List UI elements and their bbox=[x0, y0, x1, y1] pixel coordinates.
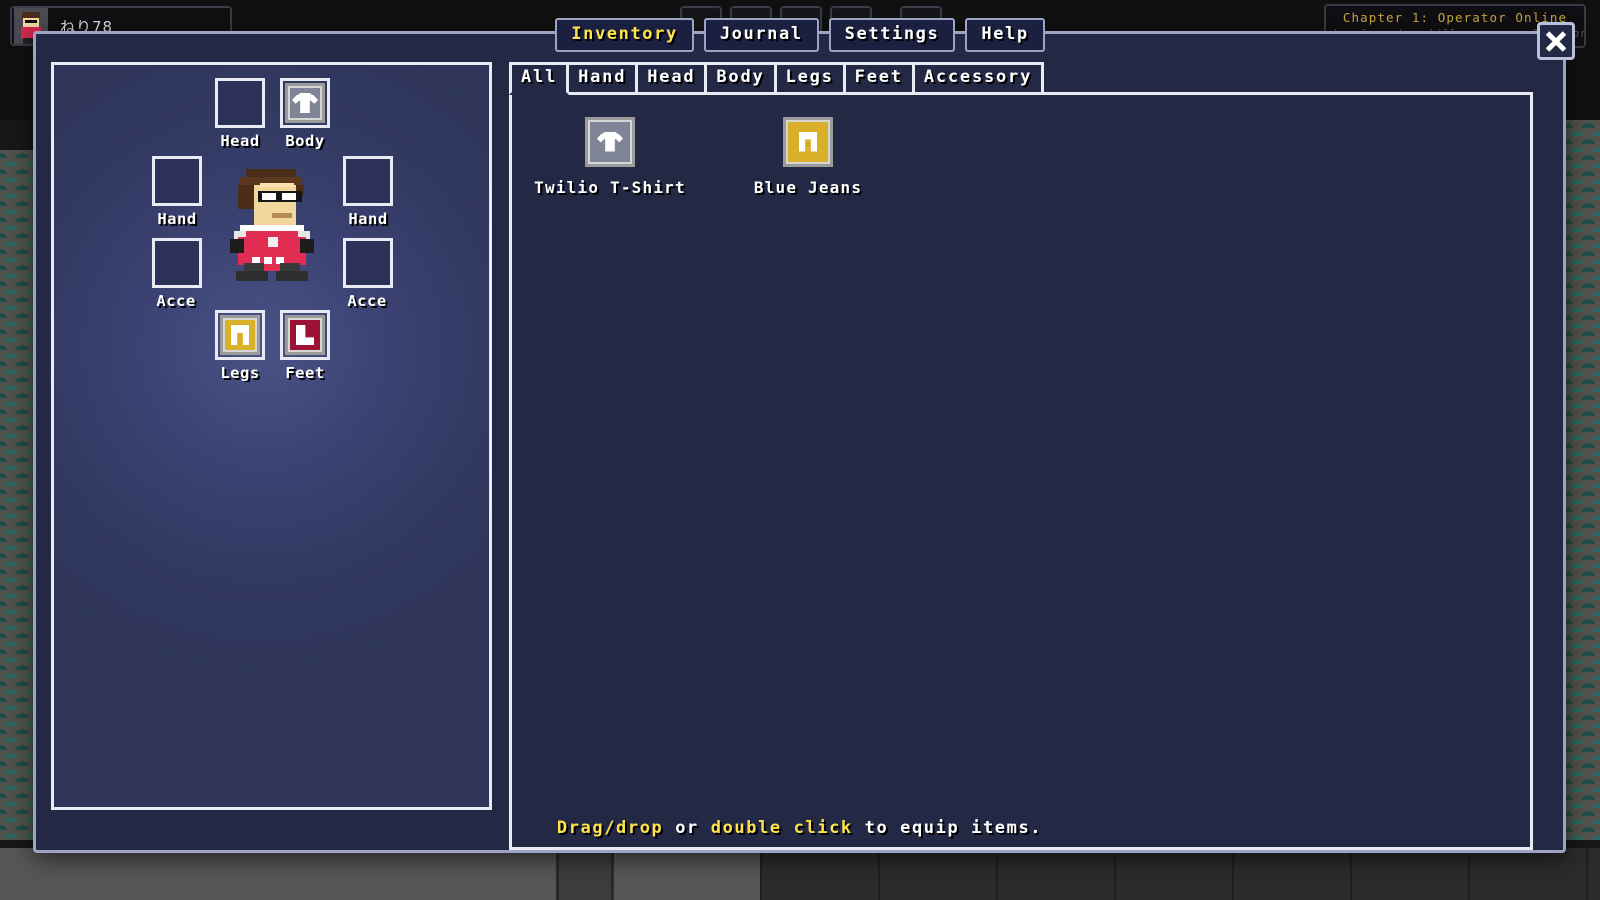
boot-icon bbox=[296, 325, 314, 345]
equipment-slot-accessory-right[interactable] bbox=[343, 238, 393, 288]
equipped-item-feet[interactable] bbox=[285, 315, 325, 355]
equipped-item-body[interactable] bbox=[285, 83, 325, 123]
equipment-label-hand-left: Hand bbox=[157, 212, 197, 228]
equipment-label-feet: Feet bbox=[285, 366, 325, 382]
hint-double-click: double click bbox=[710, 818, 853, 838]
inventory-item-icon-slot[interactable] bbox=[585, 116, 635, 167]
main-tab-bar: Inventory Journal Settings Help bbox=[0, 18, 1600, 52]
player-character-sprite bbox=[224, 169, 320, 281]
equipment-slot-head[interactable] bbox=[215, 78, 265, 128]
hint-bar: Drag/drop or double click to equip items… bbox=[36, 818, 1563, 838]
list-item[interactable]: Blue Jeans bbox=[728, 116, 888, 197]
tab-journal[interactable]: Journal bbox=[703, 18, 819, 52]
equipment-slot-hand-right[interactable] bbox=[343, 156, 393, 206]
equipment-slot-legs[interactable] bbox=[215, 310, 265, 360]
filter-tab-hand[interactable]: Hand bbox=[566, 62, 639, 95]
equipment-label-body: Body bbox=[285, 134, 325, 150]
filter-tab-accessory[interactable]: Accessory bbox=[911, 62, 1045, 95]
equipment-slot-hand-left[interactable] bbox=[152, 156, 202, 206]
equipment-slot-body[interactable] bbox=[280, 78, 330, 128]
filter-tab-feet[interactable]: Feet bbox=[842, 62, 915, 95]
hint-or: or bbox=[675, 818, 699, 838]
pants-icon bbox=[231, 325, 249, 345]
inventory-filter-tabs: All Hand Head Body Legs Feet Accessory bbox=[509, 62, 1533, 95]
inventory-item-name: Blue Jeans bbox=[753, 177, 863, 197]
inventory-item-name: Twilio T-Shirt bbox=[534, 177, 686, 197]
list-item[interactable]: Twilio T-Shirt bbox=[530, 116, 690, 197]
tab-settings[interactable]: Settings bbox=[828, 18, 956, 52]
filter-tab-body[interactable]: Body bbox=[704, 62, 777, 95]
shirt-icon bbox=[597, 132, 623, 152]
background-pillar bbox=[556, 848, 614, 900]
filter-tab-all[interactable]: All bbox=[509, 62, 570, 95]
background-tile-texture-right bbox=[1566, 120, 1600, 840]
filter-tab-head[interactable]: Head bbox=[635, 62, 708, 95]
tab-inventory[interactable]: Inventory bbox=[555, 18, 694, 52]
background-tile-texture-left bbox=[0, 150, 34, 840]
equipment-slot-feet[interactable] bbox=[280, 310, 330, 360]
inventory-grid: Twilio T-Shirt Blue Jeans bbox=[530, 116, 1512, 197]
equipment-label-accessory-left: Acce bbox=[156, 294, 196, 310]
equipment-panel: Head Body Hand Hand Acce Acce Legs Feet bbox=[51, 62, 492, 810]
equipment-label-accessory-right: Acce bbox=[347, 294, 387, 310]
inventory-item-icon-slot[interactable] bbox=[783, 116, 833, 167]
background-brick-wall bbox=[760, 848, 1600, 900]
filter-tab-legs[interactable]: Legs bbox=[773, 62, 846, 95]
inventory-grid-panel: Twilio T-Shirt Blue Jeans bbox=[509, 91, 1533, 850]
hint-drag-drop: Drag/drop bbox=[556, 818, 664, 838]
tab-help[interactable]: Help bbox=[965, 18, 1045, 52]
equipment-label-hand-right: Hand bbox=[348, 212, 388, 228]
inventory-side: All Hand Head Body Legs Feet Accessory T… bbox=[508, 62, 1547, 850]
pants-icon bbox=[799, 132, 817, 152]
shirt-icon bbox=[292, 93, 318, 113]
equipment-slot-accessory-left[interactable] bbox=[152, 238, 202, 288]
hint-equip-items: to equip items. bbox=[864, 818, 1043, 838]
inventory-modal: Head Body Hand Hand Acce Acce Legs Feet … bbox=[33, 22, 1575, 853]
equipped-item-legs[interactable] bbox=[220, 315, 260, 355]
